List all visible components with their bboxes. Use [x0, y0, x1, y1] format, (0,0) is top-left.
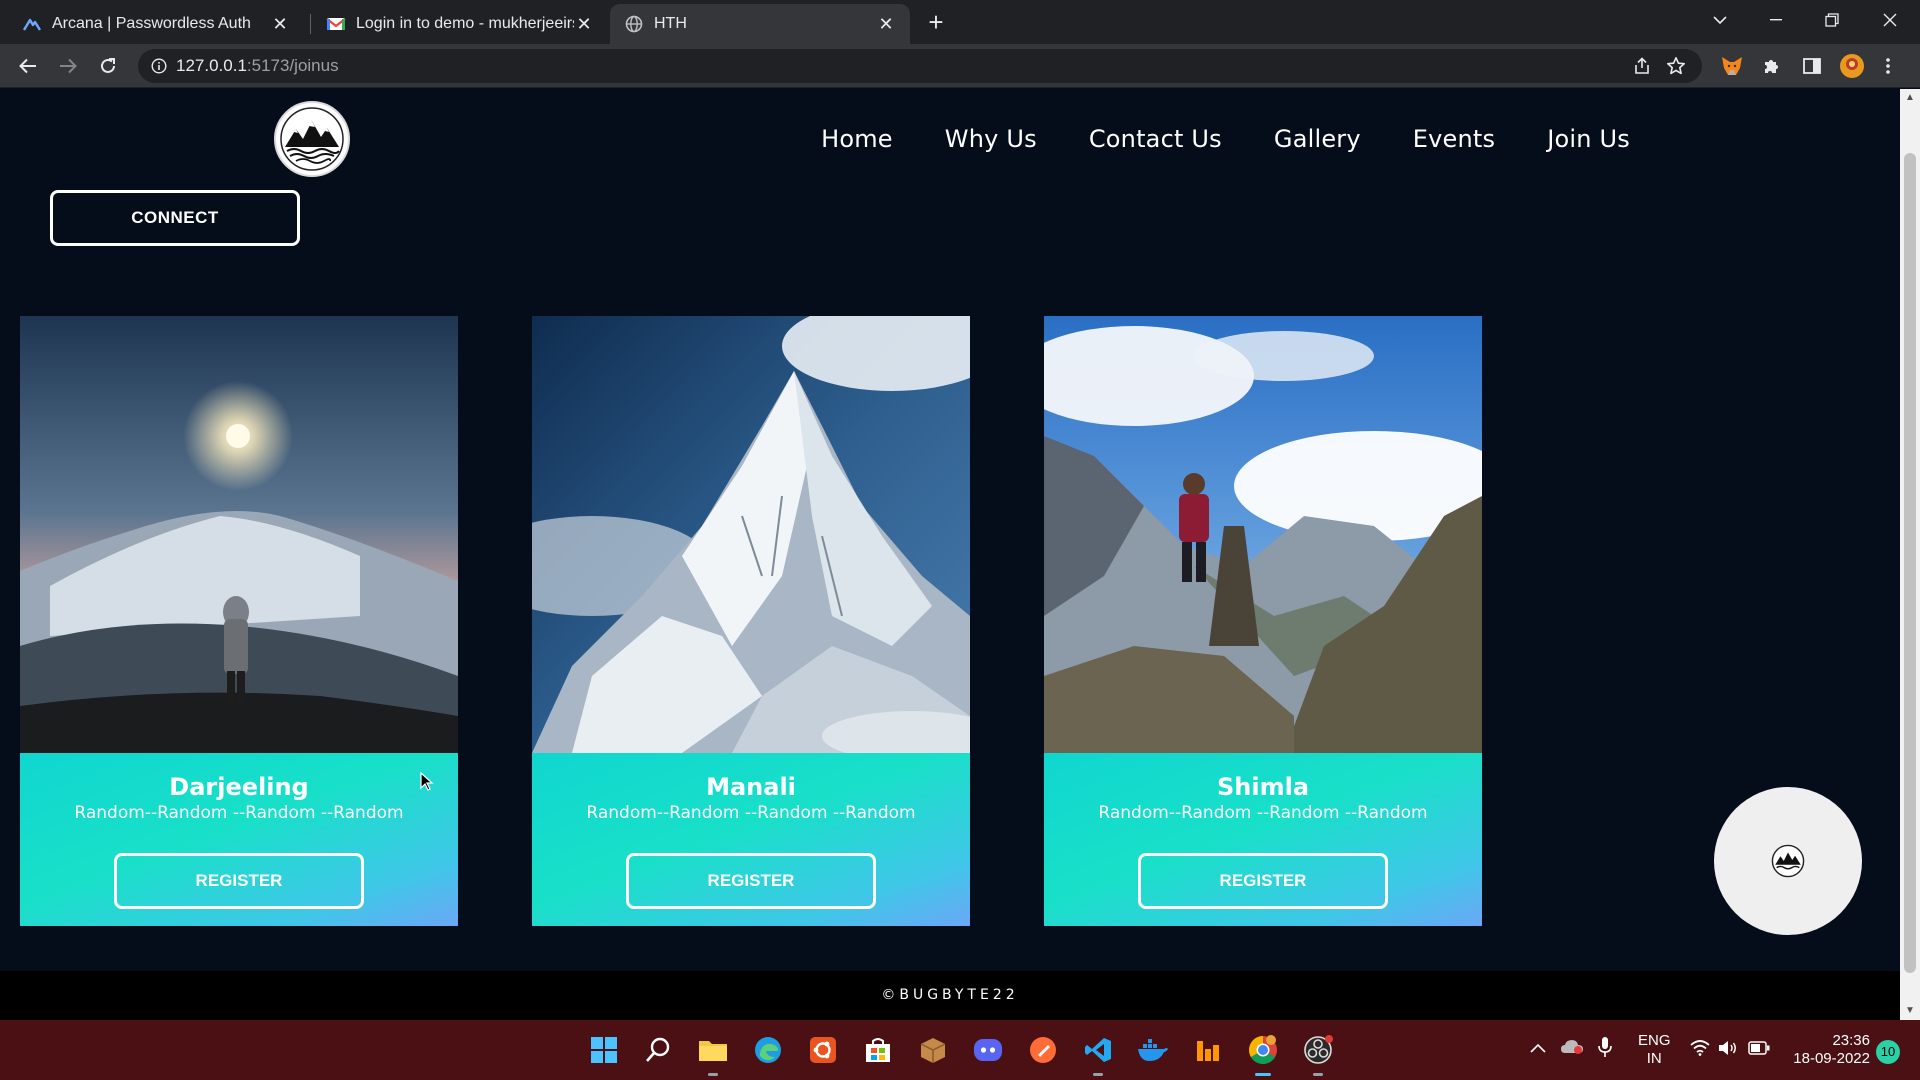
nav-link-contact-us[interactable]: Contact Us	[1089, 125, 1222, 153]
tab-arcana[interactable]: Arcana | Passwordless Auth ✕	[8, 4, 304, 44]
close-icon[interactable]: ✕	[270, 14, 290, 34]
chrome-icon[interactable]	[1245, 1032, 1281, 1076]
tab-hth[interactable]: HTH ✕	[610, 4, 910, 44]
metamask-fox-icon[interactable]	[1716, 50, 1748, 82]
discord-icon[interactable]	[970, 1032, 1006, 1068]
postman-icon[interactable]	[1025, 1032, 1061, 1068]
tab-title: Arcana | Passwordless Auth	[52, 15, 251, 32]
nav-link-home[interactable]: Home	[821, 125, 893, 153]
close-window-icon[interactable]	[1862, 0, 1918, 40]
microphone-icon[interactable]	[1598, 1036, 1612, 1063]
scroll-down-arrow-icon[interactable]: ▼	[1905, 1006, 1915, 1016]
manali-photo	[532, 316, 970, 753]
file-explorer-icon[interactable]	[695, 1032, 731, 1076]
obs-studio-icon[interactable]	[1300, 1032, 1336, 1076]
profile-avatar[interactable]	[1836, 50, 1868, 82]
scroll-up-arrow-icon[interactable]: ▲	[1905, 93, 1915, 103]
site-info-icon[interactable]	[142, 49, 176, 83]
card-title: Manali	[706, 773, 796, 801]
bookmark-star-icon[interactable]	[1662, 52, 1690, 80]
minimize-icon[interactable]	[1748, 0, 1804, 40]
shimla-photo	[1044, 316, 1482, 753]
card-body: Darjeeling Random--Random --Random --Ran…	[20, 753, 458, 926]
register-button[interactable]: REGISTER	[1138, 853, 1388, 909]
clock[interactable]: 23:36 18-09-2022	[1786, 1032, 1870, 1068]
connect-button[interactable]: CONNECT	[50, 190, 300, 246]
language-indicator[interactable]: ENG IN	[1638, 1032, 1671, 1068]
browser-toolbar: 127.0.0.1:5173/joinus	[0, 44, 1920, 88]
card-description: Random--Random --Random --Random	[586, 803, 916, 823]
destination-card-manali: Manali Random--Random --Random --Random …	[532, 316, 970, 926]
destination-card-shimla: Shimla Random--Random --Random --Random …	[1044, 316, 1482, 926]
close-icon[interactable]: ✕	[876, 14, 896, 34]
forward-arrow-icon[interactable]	[52, 50, 84, 82]
new-tab-icon[interactable]: +	[922, 7, 950, 37]
package-box-icon[interactable]	[915, 1032, 951, 1068]
tab-gmail[interactable]: Login in to demo - mukherjeeirst ✕	[312, 4, 608, 44]
nav-link-join-us[interactable]: Join Us	[1547, 125, 1630, 153]
close-icon[interactable]: ✕	[574, 14, 594, 34]
share-icon[interactable]	[1628, 52, 1656, 80]
language-code: ENG	[1638, 1032, 1671, 1049]
kebab-menu-icon[interactable]	[1878, 50, 1898, 82]
scrollbar-thumb[interactable]	[1904, 153, 1916, 973]
wifi-icon[interactable]	[1690, 1040, 1710, 1061]
back-arrow-icon[interactable]	[12, 50, 44, 82]
extensions-puzzle-icon[interactable]	[1756, 50, 1788, 82]
microsoft-store-icon[interactable]	[860, 1032, 896, 1068]
register-button[interactable]: REGISTER	[114, 853, 364, 909]
restore-icon[interactable]	[1804, 0, 1860, 40]
card-title: Darjeeling	[169, 773, 309, 801]
search-icon[interactable]	[640, 1032, 676, 1068]
main-nav: Home Why Us Contact Us Gallery Events Jo…	[821, 125, 1630, 153]
nav-link-why-us[interactable]: Why Us	[945, 125, 1037, 153]
edge-browser-icon[interactable]	[750, 1032, 786, 1068]
globe-icon	[624, 14, 644, 34]
tray-chevron-up-icon[interactable]	[1530, 1040, 1546, 1058]
clock-time: 23:36	[1832, 1032, 1870, 1049]
battery-icon[interactable]	[1748, 1041, 1770, 1060]
card-body: Manali Random--Random --Random --Random …	[532, 753, 970, 926]
tab-separator	[310, 14, 311, 34]
docker-icon[interactable]	[1135, 1032, 1171, 1068]
site-logo[interactable]	[274, 101, 350, 177]
sublime-orange-app-icon[interactable]	[1190, 1032, 1226, 1068]
tab-title: Login in to demo - mukherjeeirst	[356, 15, 574, 32]
arcana-logo-icon	[22, 14, 42, 34]
nav-link-gallery[interactable]: Gallery	[1274, 125, 1361, 153]
vscode-icon[interactable]	[1080, 1032, 1116, 1076]
register-button[interactable]: REGISTER	[626, 853, 876, 909]
gmail-icon	[326, 14, 346, 34]
floating-widget-button[interactable]	[1714, 787, 1862, 935]
url-host: 127.0.0.1	[176, 56, 247, 75]
windows-start-icon[interactable]	[586, 1032, 622, 1068]
address-bar[interactable]: 127.0.0.1:5173/joinus	[138, 49, 1702, 83]
tab-search-chevron-icon[interactable]	[1692, 0, 1748, 40]
page-scrollbar[interactable]: ▲ ▼	[1900, 89, 1920, 1020]
card-description: Random--Random --Random --Random	[1098, 803, 1428, 823]
ubuntu-icon[interactable]	[805, 1032, 841, 1068]
footer-copyright: ©BUGBYTE22	[881, 987, 1019, 1003]
url-path: :5173/joinus	[246, 56, 339, 75]
site-footer: ©BUGBYTE22	[0, 971, 1900, 1020]
darjeeling-photo	[20, 316, 458, 753]
region-code: IN	[1646, 1050, 1662, 1067]
card-description: Random--Random --Random --Random	[74, 803, 404, 823]
mouse-cursor-icon	[420, 772, 434, 791]
destination-card-darjeeling: Darjeeling Random--Random --Random --Ran…	[20, 316, 458, 926]
logo-icon	[1771, 844, 1805, 878]
onedrive-cloud-icon[interactable]	[1560, 1038, 1584, 1059]
clock-date: 18-09-2022	[1793, 1050, 1870, 1067]
windows-taskbar: ENG IN 23:36 18-09-2022 10	[0, 1020, 1920, 1080]
reload-icon[interactable]	[92, 50, 124, 82]
page-viewport: Home Why Us Contact Us Gallery Events Jo…	[0, 89, 1900, 1020]
side-panel-icon[interactable]	[1796, 50, 1828, 82]
notification-count-badge[interactable]: 10	[1876, 1040, 1900, 1064]
card-title: Shimla	[1216, 773, 1310, 801]
nav-link-events[interactable]: Events	[1413, 125, 1495, 153]
card-body: Shimla Random--Random --Random --Random …	[1044, 753, 1482, 926]
volume-icon[interactable]	[1718, 1040, 1738, 1061]
tab-title: HTH	[654, 15, 687, 32]
browser-tab-bar: Arcana | Passwordless Auth ✕ Login in to…	[0, 0, 1920, 44]
